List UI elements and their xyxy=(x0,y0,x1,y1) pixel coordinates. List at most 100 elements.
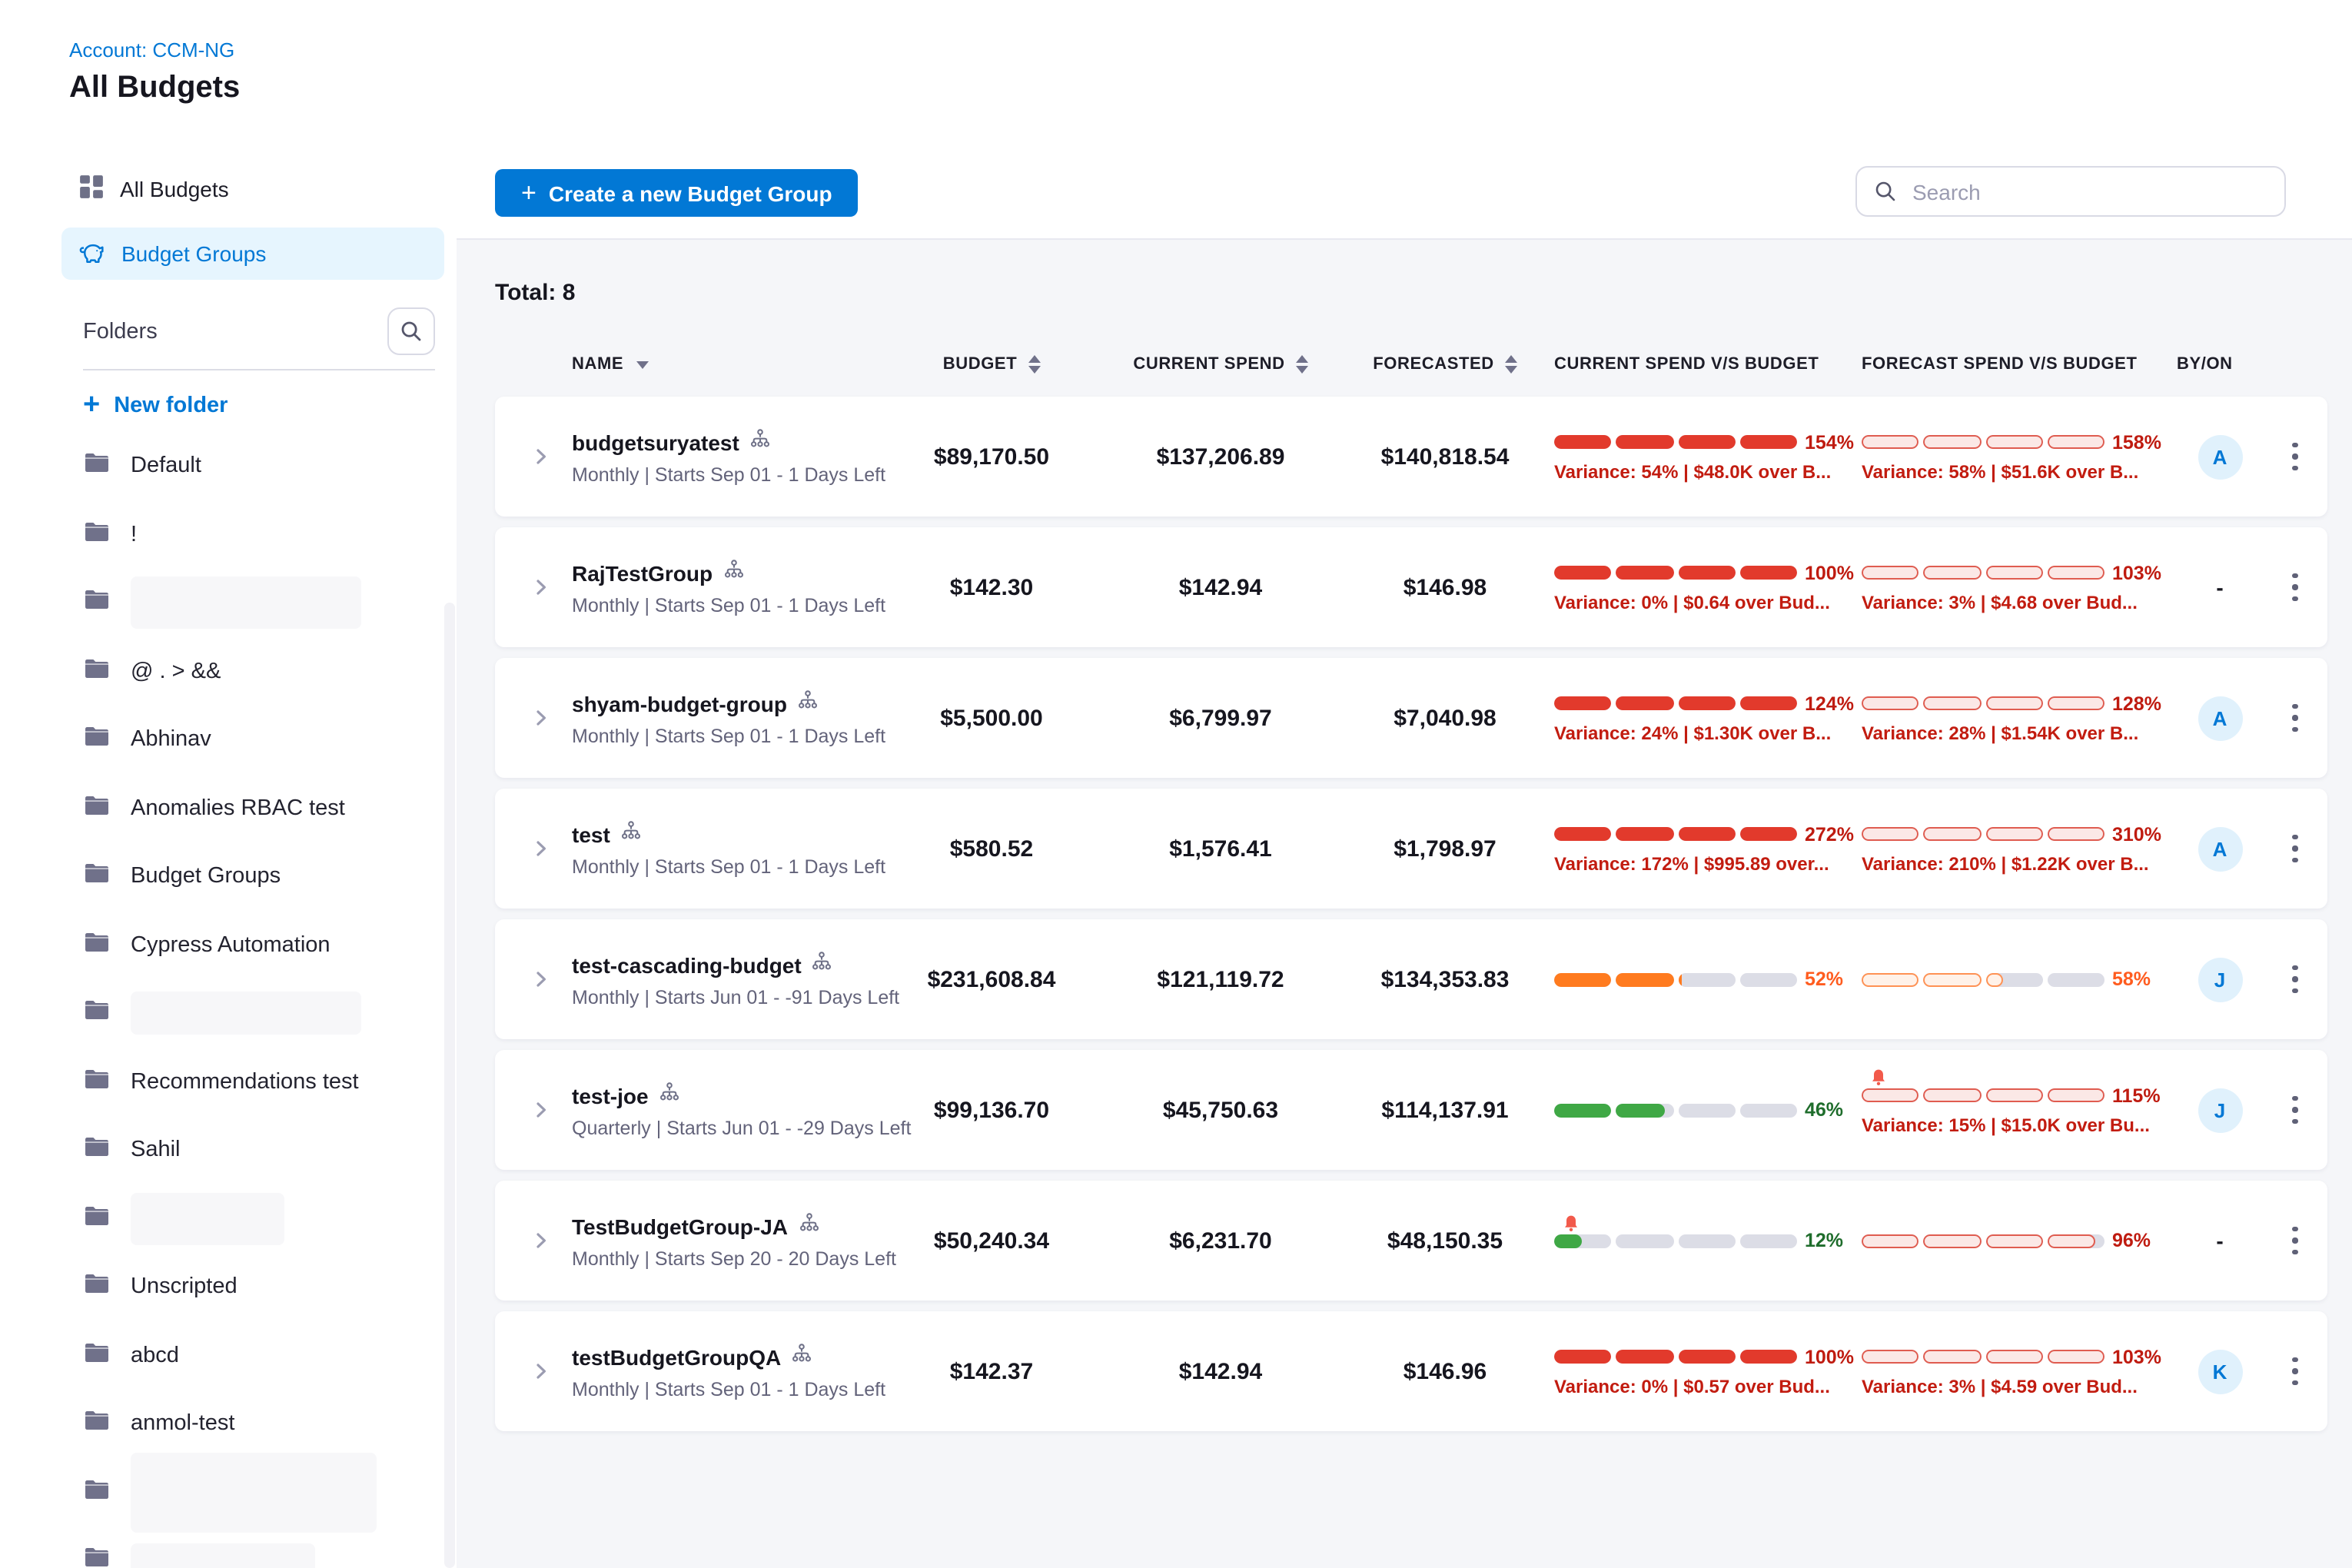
folder-item[interactable]: Sahil xyxy=(49,1116,457,1184)
budget-group-row[interactable]: test-cascading-budget Monthly | Starts J… xyxy=(495,919,2327,1039)
budget-group-name[interactable]: test-joe xyxy=(572,1083,649,1108)
budgets-app: Account: CCM-NG All Budgets All Budgets … xyxy=(0,0,2352,1568)
budget-group-name[interactable]: testBudgetGroupQA xyxy=(572,1344,781,1369)
by-on-cell: - xyxy=(2177,575,2263,600)
budget-group-period: Monthly | Starts Jun 01 - -91 Days Left xyxy=(572,986,878,1008)
folder-item[interactable]: ! xyxy=(49,500,457,569)
budget-group-name[interactable]: test xyxy=(572,822,610,846)
folder-item[interactable]: anmol-test xyxy=(49,1390,457,1458)
budget-group-name[interactable]: RajTestGroup xyxy=(572,560,713,585)
folder-item[interactable] xyxy=(49,569,457,637)
row-menu-button[interactable] xyxy=(2263,704,2327,733)
create-budget-group-button[interactable]: + Create a new Budget Group xyxy=(495,169,859,217)
expand-chevron-icon[interactable] xyxy=(510,1099,572,1121)
folder-list: Default ! @ . > && Abhinav Anomalies RBA… xyxy=(49,432,457,1568)
budget-group-name[interactable]: shyam-budget-group xyxy=(572,691,787,716)
avatar: K xyxy=(2198,1349,2242,1394)
folder-label: abcd xyxy=(131,1344,179,1368)
expand-chevron-icon[interactable] xyxy=(510,1230,572,1251)
percent-label: 46% xyxy=(1805,1099,1843,1121)
expand-chevron-icon[interactable] xyxy=(510,1360,572,1382)
row-menu-button[interactable] xyxy=(2263,965,2327,994)
folder-item[interactable] xyxy=(49,1458,457,1526)
folder-item[interactable]: abcd xyxy=(49,1321,457,1390)
budget-group-name[interactable]: TestBudgetGroup-JA xyxy=(572,1214,788,1238)
search-box[interactable] xyxy=(1855,166,2286,217)
folder-item[interactable] xyxy=(49,1184,457,1253)
folder-label: Recommendations test xyxy=(131,1070,359,1095)
budget-group-row[interactable]: TestBudgetGroup-JA Monthly | Starts Sep … xyxy=(495,1181,2327,1301)
expand-chevron-icon[interactable] xyxy=(510,446,572,467)
row-menu-button[interactable] xyxy=(2263,1096,2327,1125)
account-breadcrumb-link[interactable]: Account: CCM-NG xyxy=(69,38,234,61)
hierarchy-icon xyxy=(799,1212,819,1240)
budget-group-row[interactable]: RajTestGroup Monthly | Starts Sep 01 - 1… xyxy=(495,527,2327,647)
expand-chevron-icon[interactable] xyxy=(510,838,572,859)
folder-item[interactable]: Recommendations test xyxy=(49,1048,457,1116)
expand-chevron-icon[interactable] xyxy=(510,968,572,990)
expand-chevron-icon[interactable] xyxy=(510,576,572,598)
current-spend-value: $6,799.97 xyxy=(1105,705,1336,731)
new-folder-label: New folder xyxy=(114,393,228,417)
folder-icon xyxy=(83,930,111,961)
kebab-menu-icon xyxy=(2293,573,2298,602)
sort-desc-icon xyxy=(636,360,648,368)
alert-bell-icon xyxy=(1869,1067,1888,1085)
hierarchy-icon xyxy=(750,428,770,456)
folder-item[interactable]: Cypress Automation xyxy=(49,911,457,979)
folder-item[interactable]: Abhinav xyxy=(49,706,457,774)
search-input[interactable] xyxy=(1909,178,2267,205)
row-menu-button[interactable] xyxy=(2263,1357,2327,1386)
folder-icon xyxy=(83,1477,111,1508)
percent-label: 100% xyxy=(1805,1346,1854,1367)
row-menu-button[interactable] xyxy=(2263,835,2327,863)
budget-group-period: Monthly | Starts Sep 01 - 1 Days Left xyxy=(572,463,878,485)
budget-group-row[interactable]: test Monthly | Starts Sep 01 - 1 Days Le… xyxy=(495,789,2327,909)
sidebar-scrollbar[interactable] xyxy=(444,603,455,1568)
budget-group-row[interactable]: testBudgetGroupQA Monthly | Starts Sep 0… xyxy=(495,1311,2327,1431)
by-on-cell: A xyxy=(2177,696,2263,740)
folder-item[interactable]: Unscripted xyxy=(49,1253,457,1321)
sidebar-item-label: Budget Groups xyxy=(121,241,266,266)
variance-label: Variance: 172% | $995.89 over... xyxy=(1554,852,1829,874)
folder-item[interactable] xyxy=(49,1526,457,1568)
column-header-name[interactable]: NAME xyxy=(572,355,878,374)
variance-label: Variance: 0% | $0.64 over Bud... xyxy=(1554,591,1830,613)
avatar: A xyxy=(2198,826,2242,871)
budget-group-row[interactable]: shyam-budget-group Monthly | Starts Sep … xyxy=(495,658,2327,778)
budget-value: $142.30 xyxy=(878,574,1105,600)
folder-icon xyxy=(83,451,111,482)
budget-group-row[interactable]: test-joe Quarterly | Starts Jun 01 - -29… xyxy=(495,1050,2327,1170)
row-menu-button[interactable] xyxy=(2263,1227,2327,1255)
by-on-dash: - xyxy=(2216,575,2223,600)
column-header-forecasted[interactable]: FORECASTED xyxy=(1336,355,1554,374)
table-header: NAME BUDGET CURRENT SPEND FORECASTED CUR… xyxy=(495,355,2327,374)
alert-bell-icon xyxy=(1562,1212,1580,1231)
folder-item[interactable]: Budget Groups xyxy=(49,842,457,911)
folder-item[interactable] xyxy=(49,979,457,1048)
column-header-current-spend[interactable]: CURRENT SPEND xyxy=(1105,355,1336,374)
column-header-budget[interactable]: BUDGET xyxy=(878,355,1105,374)
budget-group-row[interactable]: budgetsuryatest Monthly | Starts Sep 01 … xyxy=(495,397,2327,517)
new-folder-button[interactable]: + New folder xyxy=(83,390,423,420)
budget-group-name[interactable]: budgetsuryatest xyxy=(572,430,739,454)
forecasted-value: $146.96 xyxy=(1336,1358,1554,1384)
sidebar-item-budget-groups[interactable]: Budget Groups xyxy=(61,228,444,280)
percent-label: 52% xyxy=(1805,968,1843,990)
folders-section-title: Folders xyxy=(83,319,158,344)
budget-group-name[interactable]: test-cascading-budget xyxy=(572,952,802,977)
folder-item[interactable]: @ . > && xyxy=(49,637,457,706)
folder-item[interactable]: Default xyxy=(49,432,457,500)
folder-item[interactable]: Anomalies RBAC test xyxy=(49,774,457,842)
row-menu-button[interactable] xyxy=(2263,443,2327,471)
folder-icon xyxy=(83,656,111,687)
forecast-vs-budget-bar: 158%Variance: 58% | $51.6K over B... xyxy=(1862,431,2177,482)
folder-label xyxy=(131,1453,377,1533)
folder-search-button[interactable] xyxy=(387,307,435,355)
folder-label: Sahil xyxy=(131,1138,181,1163)
row-menu-button[interactable] xyxy=(2263,573,2327,602)
folder-icon xyxy=(83,588,111,619)
sidebar-item-all-budgets[interactable]: All Budgets xyxy=(61,163,444,215)
budget-value: $50,240.34 xyxy=(878,1227,1105,1254)
expand-chevron-icon[interactable] xyxy=(510,707,572,729)
